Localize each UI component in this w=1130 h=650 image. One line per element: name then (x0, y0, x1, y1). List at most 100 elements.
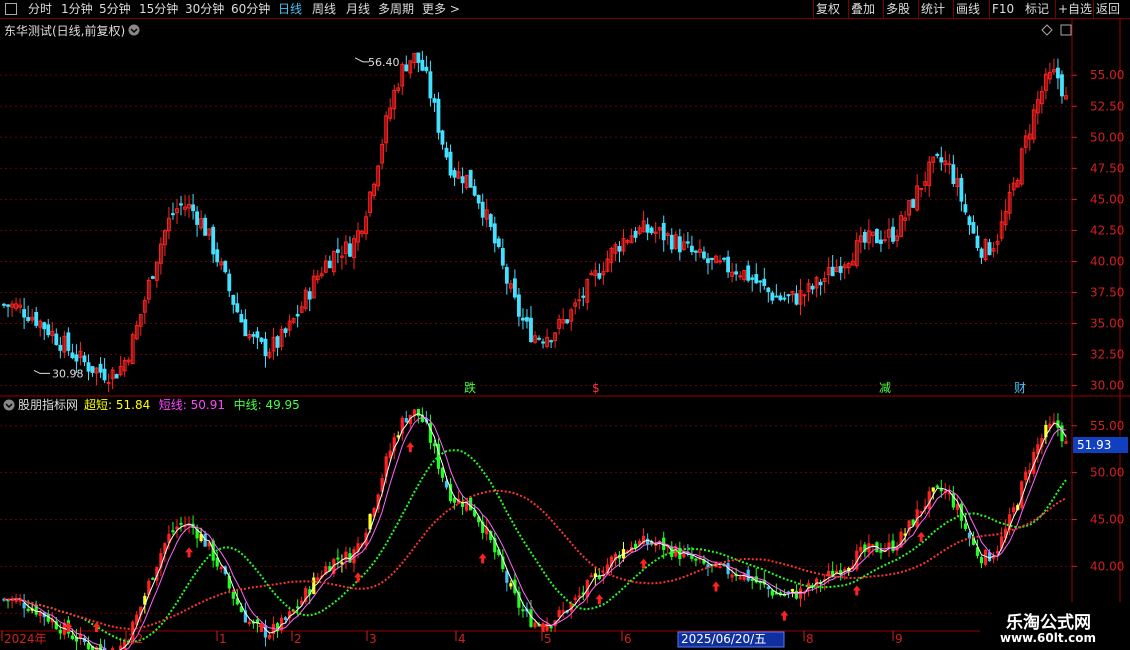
candle-body (468, 169, 473, 188)
candle-body (424, 66, 429, 72)
tab-period-6[interactable]: 日线 (278, 1, 302, 18)
main-y-tick-label: 40.00 (1090, 254, 1124, 268)
ind-candle-body (521, 609, 525, 612)
current-value-text: 51.93 (1077, 438, 1111, 452)
candle-body (710, 257, 714, 261)
toolbar-button-2[interactable]: 多股 (886, 1, 910, 18)
candle-body (722, 257, 726, 260)
ind-candle-body (983, 549, 988, 565)
low-marker-line (33, 369, 50, 374)
candle-body (677, 236, 682, 253)
tab-period-0[interactable]: 分时 (28, 1, 52, 18)
ind-candle-body (179, 522, 183, 525)
menu-grid-icon[interactable] (5, 3, 17, 15)
buy-arrow-icon (712, 581, 721, 592)
ind-candle-body (432, 443, 437, 447)
candle-body (525, 317, 529, 322)
time-axis-label: 3 (369, 632, 377, 646)
candle-body (649, 227, 654, 234)
main-y-tick-label: 37.50 (1090, 285, 1124, 299)
candle-body (838, 266, 843, 273)
tab-period-7[interactable]: 周线 (312, 1, 336, 18)
candle-body (693, 250, 698, 253)
candle-body (830, 266, 835, 277)
tab-period-9[interactable]: 多周期 (378, 1, 414, 18)
candle-body (460, 176, 465, 184)
tab-period-3[interactable]: 15分钟 (139, 1, 178, 18)
ind-candle-body (70, 635, 75, 639)
candle-body (34, 311, 39, 326)
main-y-tick-label: 35.00 (1090, 317, 1124, 331)
candle-body (517, 294, 521, 317)
ind-candle-body (247, 621, 252, 625)
candle-body (307, 291, 312, 300)
ind-candle-body (646, 538, 650, 545)
tab-period-4[interactable]: 30分钟 (185, 1, 224, 18)
candle-body (766, 287, 771, 293)
tab-period-2[interactable]: 5分钟 (99, 1, 131, 18)
candle-body (987, 242, 992, 256)
event-marker-0: 跌 (464, 380, 476, 395)
candle-body (114, 374, 119, 379)
toolbar-button-6[interactable]: +自选 (1058, 1, 1092, 18)
high-marker-line (354, 57, 369, 63)
candle-body (959, 177, 964, 202)
candle-body (758, 280, 763, 283)
candle-body (203, 217, 208, 236)
toolbar-separator (813, 0, 814, 19)
candle-body (496, 238, 501, 247)
buy-arrow-icon (917, 531, 926, 542)
candle-body (150, 276, 155, 279)
candle-body (726, 256, 730, 273)
candle-body (255, 331, 260, 338)
toolbar-separator (918, 0, 919, 19)
toolbar-mark-button[interactable]: 标记 (1025, 1, 1049, 18)
toolbar-button-1[interactable]: 叠加 (851, 1, 875, 18)
ind-candle-body (283, 617, 288, 621)
candle-body (935, 153, 940, 156)
ind-candle-body (26, 608, 30, 611)
low-price-label: 30.98 (52, 367, 84, 380)
main-y-tick-label: 42.50 (1090, 223, 1124, 237)
candle-body (979, 248, 984, 258)
toolbar-button-7[interactable]: 返回 (1096, 1, 1120, 18)
event-marker-3: 财 (1014, 381, 1026, 395)
ind-chevron-icon (3, 399, 15, 411)
time-axis-label: 1 (219, 632, 227, 646)
tab-period-8[interactable]: 月线 (346, 1, 370, 18)
toolbar-button-0[interactable]: 复权 (816, 1, 840, 18)
toolbar-button-5[interactable]: F10 (992, 1, 1014, 18)
time-axis-label: 5 (544, 632, 552, 646)
candle-body (633, 230, 638, 238)
ind-candle-body (573, 597, 577, 601)
candle-body (26, 317, 31, 321)
ind-candle-body (718, 565, 722, 568)
candle-body (645, 224, 650, 233)
toolbar-button-4[interactable]: 画线 (956, 1, 980, 18)
toolbar-button-3[interactable]: 统计 (921, 1, 945, 18)
candle-body (90, 366, 95, 373)
toolbar-separator (883, 0, 884, 19)
ind-candle-body (171, 530, 175, 533)
candle-body (581, 295, 586, 298)
candle-body (911, 199, 916, 208)
cursor-date-label: 2025/06/20/五 (681, 632, 766, 646)
candle-body (689, 245, 694, 253)
candle-body (794, 293, 799, 305)
main-y-tick-label: 55.00 (1090, 68, 1124, 82)
time-axis-label: 12 (128, 632, 143, 646)
time-axis-label: 4 (458, 632, 466, 646)
tab-period-10[interactable]: 更多 > (422, 1, 460, 18)
candle-body (879, 239, 883, 244)
time-axis-label: 8 (806, 632, 814, 646)
candle-body (488, 214, 493, 227)
candle-body (235, 303, 240, 313)
toolbar-separator (989, 0, 990, 19)
candle-body (335, 249, 340, 253)
candle-body (22, 309, 27, 318)
candle-body (348, 243, 352, 257)
tab-period-5[interactable]: 60分钟 (231, 1, 270, 18)
ind-candle-body (557, 610, 561, 617)
tab-period-1[interactable]: 1分钟 (61, 1, 93, 18)
candle-body (452, 170, 457, 178)
